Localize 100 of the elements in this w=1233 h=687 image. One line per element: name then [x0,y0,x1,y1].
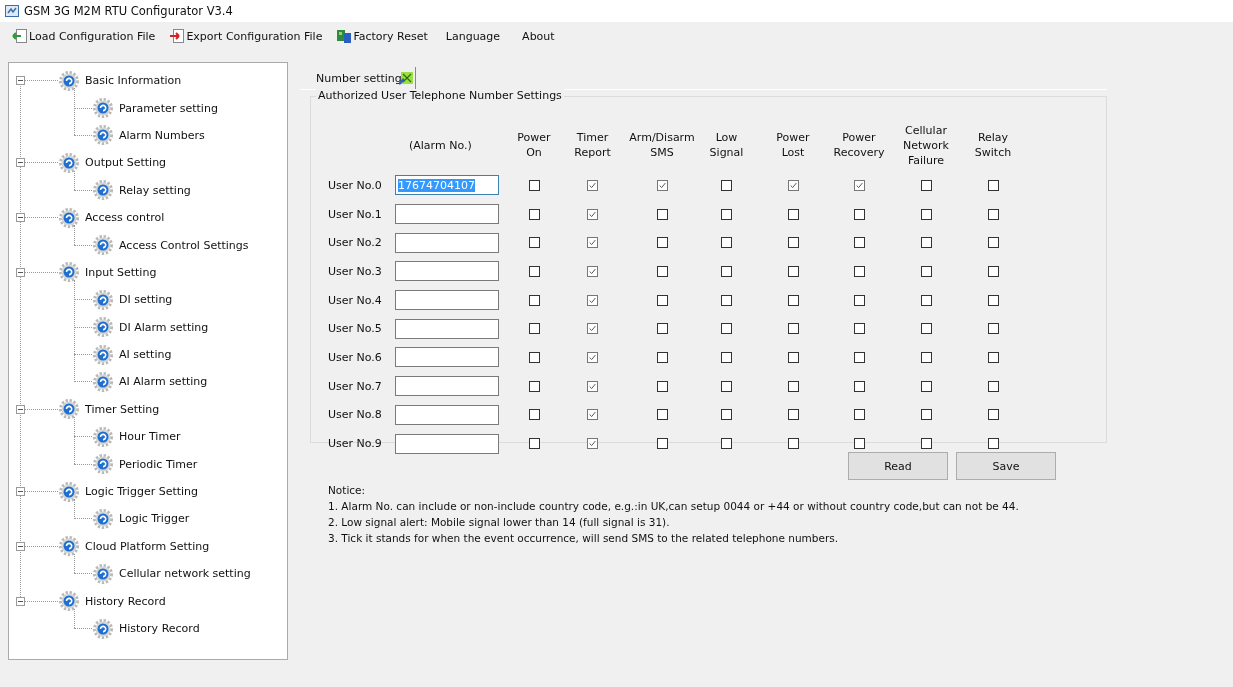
checkbox[interactable] [787,351,799,363]
phone-input[interactable] [395,318,499,339]
checkbox[interactable] [528,237,540,249]
checkbox[interactable] [987,351,999,363]
checkbox[interactable] [920,237,932,249]
checkbox[interactable] [920,380,932,392]
checkbox[interactable] [920,265,932,277]
checkbox[interactable] [853,323,865,335]
checkbox[interactable] [853,351,865,363]
checkbox[interactable] [853,438,865,450]
checkbox[interactable] [787,409,799,421]
checkbox[interactable] [853,294,865,306]
tree-item[interactable]: Access control [85,211,165,225]
checkbox[interactable] [853,237,865,249]
collapse-icon[interactable] [16,541,25,551]
checkbox[interactable] [787,438,799,450]
checkbox[interactable] [920,323,932,335]
action-button[interactable]: Read [848,452,948,480]
checkbox[interactable] [721,323,732,335]
tree-item[interactable]: Alarm Numbers [119,128,205,142]
checkbox[interactable] [920,409,932,421]
checkbox[interactable] [987,409,999,421]
checkbox[interactable] [656,380,668,392]
checkbox[interactable] [853,208,865,220]
tree-item[interactable]: Relay setting [119,183,191,197]
checkbox[interactable] [587,237,598,249]
collapse-icon[interactable] [16,596,25,606]
checkbox[interactable] [920,438,932,450]
checkbox[interactable] [853,380,865,392]
checkbox[interactable] [656,351,668,363]
checkbox[interactable] [587,208,598,220]
checkbox[interactable] [656,265,668,277]
checkbox[interactable] [987,208,999,220]
checkbox[interactable] [587,351,598,363]
checkbox[interactable] [587,409,598,421]
collapse-icon[interactable] [16,404,25,414]
phone-input[interactable] [395,376,499,397]
tree-item[interactable]: DI Alarm setting [119,320,209,334]
toolbar-button[interactable]: Language [439,27,507,45]
tree-item[interactable]: Periodic Timer [119,457,198,471]
tree-item[interactable]: History Record [85,594,166,608]
tree-item[interactable]: History Record [119,622,200,635]
checkbox[interactable] [987,438,999,450]
tree-item[interactable]: Logic Trigger Setting [85,485,199,499]
checkbox[interactable] [528,409,540,421]
phone-input[interactable] [395,404,499,425]
checkbox[interactable] [528,208,540,220]
checkbox[interactable] [656,208,668,220]
checkbox[interactable] [528,179,540,191]
tree-item[interactable]: Timer Setting [85,402,160,416]
checkbox[interactable] [721,179,732,191]
toolbar-button[interactable]: Factory Reset [334,26,430,46]
phone-input[interactable] [395,290,499,311]
checkbox[interactable] [587,294,598,306]
checkbox[interactable] [853,265,865,277]
tree-item[interactable]: Output Setting [85,156,167,170]
checkbox[interactable] [587,265,598,277]
checkbox[interactable] [920,208,932,220]
phone-input[interactable] [395,204,499,225]
checkbox[interactable] [987,179,999,191]
checkbox[interactable] [656,409,668,421]
tree-item[interactable]: Input Setting [85,265,157,279]
tree-item[interactable]: Hour Timer [119,430,181,444]
checkbox[interactable] [721,438,732,450]
checkbox[interactable] [528,265,540,277]
tree-item[interactable]: AI Alarm setting [119,375,208,389]
checkbox[interactable] [787,294,799,306]
checkbox[interactable] [987,265,999,277]
tree-item[interactable]: Cellular network setting [119,567,251,581]
checkbox[interactable] [853,409,865,421]
checkbox[interactable] [587,380,598,392]
tree-item[interactable]: AI setting [119,348,172,362]
checkbox[interactable] [528,438,540,450]
checkbox[interactable] [920,351,932,363]
checkbox[interactable] [987,294,999,306]
checkbox[interactable] [787,179,799,191]
collapse-icon[interactable] [16,213,25,223]
checkbox[interactable] [656,294,668,306]
checkbox[interactable] [528,294,540,306]
checkbox[interactable] [787,265,799,277]
action-button[interactable]: Save [956,452,1056,480]
collapse-icon[interactable] [16,267,25,277]
checkbox[interactable] [987,237,999,249]
checkbox[interactable] [656,179,668,191]
checkbox[interactable] [920,294,932,306]
phone-input[interactable] [395,433,499,454]
checkbox[interactable] [721,265,732,277]
phone-input[interactable] [395,261,499,282]
tree-item[interactable]: Basic Information [85,74,182,88]
checkbox[interactable] [587,179,598,191]
checkbox[interactable] [656,323,668,335]
checkbox[interactable] [721,294,732,306]
checkbox[interactable] [987,380,999,392]
checkbox[interactable] [721,380,732,392]
toolbar-button[interactable]: Load Configuration File [10,26,158,46]
checkbox[interactable] [721,237,732,249]
checkbox[interactable] [787,208,799,220]
checkbox[interactable] [853,179,865,191]
tree-item[interactable]: Cloud Platform Setting [85,539,210,553]
checkbox[interactable] [656,237,668,249]
